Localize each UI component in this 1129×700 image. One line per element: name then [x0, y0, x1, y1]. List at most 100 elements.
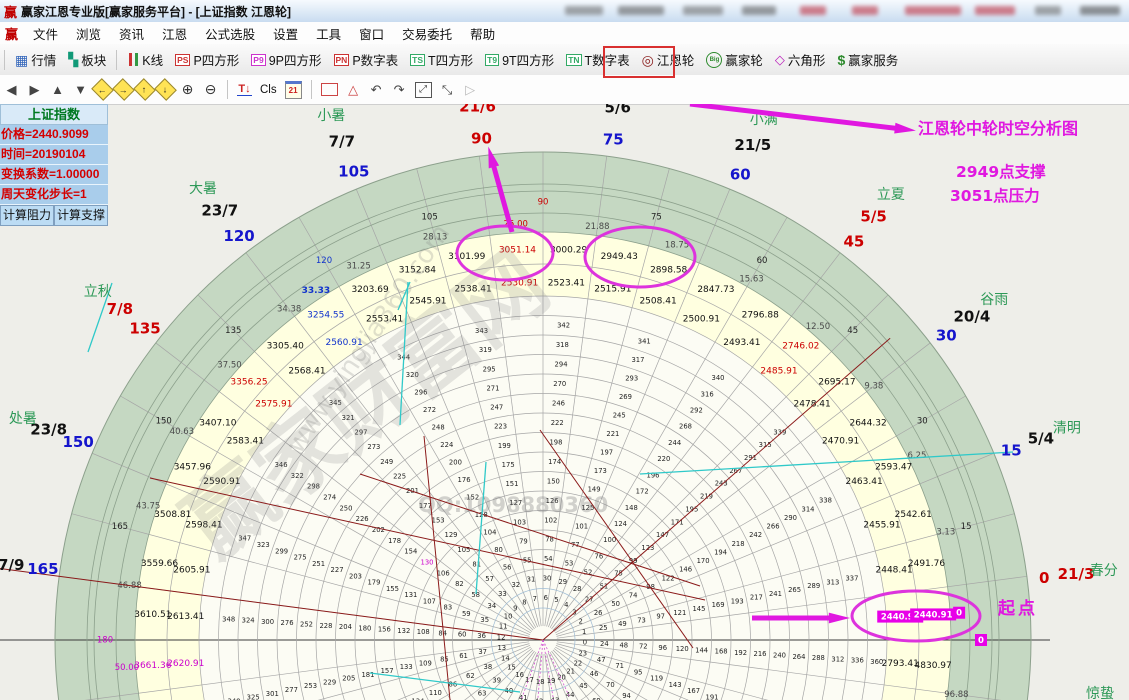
shift-down-icon[interactable]: ↓ — [154, 78, 177, 101]
svg-text:2455.91: 2455.91 — [863, 520, 900, 530]
svg-text:173: 173 — [594, 467, 607, 475]
window-title: 赢家江恩专业版[赢家服务平台] - [上证指数 江恩轮] — [21, 3, 291, 20]
svg-text:218: 218 — [732, 540, 745, 548]
svg-text:253: 253 — [304, 682, 317, 690]
menu-item-江恩[interactable]: 江恩 — [153, 24, 196, 43]
toolbar-item-行情[interactable]: ▦行情 — [15, 50, 56, 69]
calendar-icon[interactable]: 21 — [285, 81, 302, 99]
toolbar-item-P四方形[interactable]: PSP四方形 — [175, 50, 239, 69]
svg-text:2491.76: 2491.76 — [908, 559, 945, 569]
svg-text:38: 38 — [484, 663, 493, 671]
calc-resistance-button[interactable]: 计算阻力 — [0, 205, 54, 226]
toolbar-item-板块[interactable]: ▚板块 — [68, 50, 106, 69]
svg-text:178: 178 — [388, 537, 401, 545]
svg-text:155: 155 — [386, 585, 399, 593]
menu-item-文件[interactable]: 文件 — [24, 24, 67, 43]
svg-text:45: 45 — [843, 233, 864, 251]
shift-right-icon[interactable]: → — [112, 78, 135, 101]
toolbar-item-9P四方形[interactable]: P9 9P四方形 — [251, 50, 321, 69]
menu-item-帮助[interactable]: 帮助 — [461, 24, 504, 43]
toolbar-item-label: 9P四方形 — [269, 50, 322, 69]
svg-text:132: 132 — [397, 627, 410, 635]
pn-badge-icon: PN — [334, 54, 350, 66]
down-icon[interactable]: ▼ — [73, 82, 88, 97]
svg-text:2: 2 — [579, 617, 583, 625]
svg-text:33: 33 — [498, 590, 507, 598]
toolbar-item-9T四方形[interactable]: T99T四方形 — [485, 50, 554, 69]
svg-text:70: 70 — [606, 681, 615, 689]
toolbar-item-P数字表[interactable]: PNP数字表 — [334, 50, 399, 69]
next-icon[interactable]: ▶ — [27, 82, 42, 98]
expand-icon[interactable]: ⤢ — [415, 82, 432, 98]
svg-text:83: 83 — [444, 604, 453, 612]
blurred-title-item — [852, 6, 878, 15]
svg-text:194: 194 — [714, 548, 727, 556]
blurred-title-item — [565, 6, 603, 15]
info-row: 变换系数=1.00000 — [0, 165, 108, 185]
svg-text:63: 63 — [478, 689, 487, 697]
gann-wheel-chart[interactable]: 0123456789101112131415161718192021222324… — [0, 104, 1129, 700]
svg-text:293: 293 — [625, 375, 638, 383]
toolbar-item-赢家服务[interactable]: $赢家服务 — [837, 50, 898, 69]
zoom-out-icon[interactable]: ⊖ — [203, 81, 218, 98]
svg-text:3051点压力: 3051点压力 — [950, 186, 1040, 205]
menu-item-设置[interactable]: 设置 — [264, 24, 307, 43]
svg-text:168: 168 — [715, 648, 728, 656]
svg-text:7/9: 7/9 — [0, 556, 24, 574]
triangle-tool-icon[interactable]: △ — [346, 82, 361, 98]
t-down-icon[interactable]: T↓ — [237, 83, 252, 96]
shift-left-icon[interactable]: ← — [91, 78, 114, 101]
svg-text:6.25: 6.25 — [908, 451, 927, 461]
menu-item-浏览[interactable]: 浏览 — [67, 24, 110, 43]
svg-text:9.38: 9.38 — [864, 382, 883, 392]
svg-text:12.50: 12.50 — [806, 322, 830, 332]
svg-text:15.63: 15.63 — [739, 274, 763, 284]
svg-text:96: 96 — [658, 644, 667, 652]
pointer-tool-icon[interactable]: ▷ — [463, 82, 478, 98]
svg-text:4830.97: 4830.97 — [915, 661, 952, 671]
blurred-title-item — [742, 6, 776, 15]
blurred-title-item — [905, 6, 961, 15]
svg-text:107: 107 — [423, 597, 436, 605]
svg-text:148: 148 — [625, 504, 638, 512]
svg-text:338: 338 — [819, 497, 832, 505]
rotate-ccw-icon[interactable]: ↶ — [369, 82, 384, 98]
up-icon[interactable]: ▲ — [50, 82, 65, 97]
toolbar-item-赢家轮[interactable]: Big赢家轮 — [706, 50, 763, 69]
menu-item-资讯[interactable]: 资讯 — [110, 24, 153, 43]
svg-text:199: 199 — [498, 442, 511, 450]
svg-text:16: 16 — [515, 671, 524, 679]
svg-text:74: 74 — [629, 592, 638, 600]
svg-text:133: 133 — [400, 663, 413, 671]
svg-text:37: 37 — [478, 648, 487, 656]
p9-badge-icon: P9 — [251, 54, 265, 66]
svg-text:清明: 清明 — [1053, 420, 1081, 436]
svg-text:198: 198 — [549, 438, 562, 446]
zoom-in-icon[interactable]: ⊕ — [180, 81, 195, 98]
svg-text:2440.91: 2440.91 — [914, 610, 953, 620]
toolbar-item-六角形[interactable]: ◇六角形 — [775, 50, 826, 69]
svg-text:121: 121 — [673, 609, 686, 617]
svg-text:143: 143 — [669, 681, 682, 689]
toolbar-item-K线[interactable]: K线 — [127, 50, 163, 69]
rect-tool-icon[interactable] — [321, 83, 338, 96]
menu-item-窗口[interactable]: 窗口 — [350, 24, 393, 43]
toolbar-item-T四方形[interactable]: TST四方形 — [410, 50, 473, 69]
shift-up-icon[interactable]: ↑ — [133, 78, 156, 101]
svg-text:25: 25 — [599, 624, 608, 632]
menu-item-工具[interactable]: 工具 — [307, 24, 350, 43]
menu-item-公式选股[interactable]: 公式选股 — [196, 24, 264, 43]
cls-button[interactable]: Cls — [260, 84, 277, 96]
toolbar-item-label: 赢家轮 — [725, 50, 763, 69]
svg-text:75: 75 — [603, 130, 624, 148]
menu-item-交易委托[interactable]: 交易委托 — [393, 24, 461, 43]
svg-text:157: 157 — [381, 667, 394, 675]
prev-icon[interactable]: ◀ — [4, 82, 19, 98]
rotate-cw-icon[interactable]: ↷ — [392, 82, 407, 98]
calc-support-button[interactable]: 计算支撑 — [54, 205, 108, 226]
shrink-icon[interactable]: ⤡ — [440, 82, 455, 98]
svg-text:240: 240 — [773, 652, 786, 660]
svg-text:5: 5 — [554, 596, 558, 604]
toolbar-item-label: T四方形 — [428, 50, 473, 69]
svg-text:40.63: 40.63 — [170, 427, 194, 437]
